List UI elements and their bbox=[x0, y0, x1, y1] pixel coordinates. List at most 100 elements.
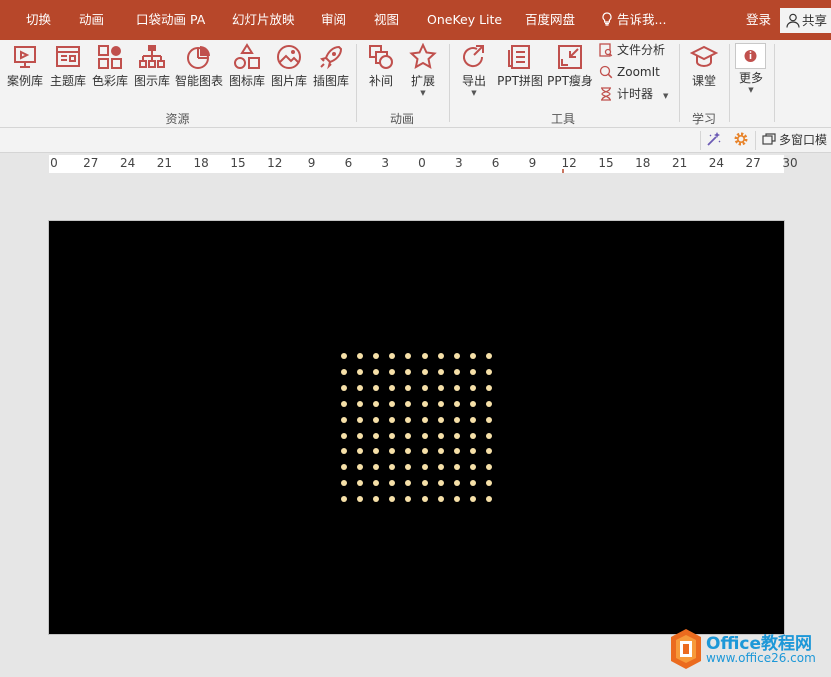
smart-chart-label: 智能图表 bbox=[174, 74, 223, 88]
ruler-label: 0 bbox=[418, 156, 426, 170]
toolbar-separator bbox=[700, 131, 701, 150]
chevron-down-icon: ▼ bbox=[663, 92, 669, 100]
tab-animations[interactable]: 动画 bbox=[79, 0, 104, 40]
grid-dot bbox=[405, 368, 412, 375]
ruler-label: 15 bbox=[230, 156, 246, 170]
theme-library-button[interactable]: 主题库 bbox=[48, 40, 88, 110]
grid-dot bbox=[453, 368, 460, 375]
color-library-button[interactable]: 色彩库 bbox=[90, 40, 130, 110]
file-analysis-button[interactable]: 文件分析 bbox=[599, 40, 665, 60]
ruler-label: 24 bbox=[119, 156, 136, 170]
grid-dot bbox=[469, 480, 476, 487]
picture-library-button[interactable]: 图片库 bbox=[269, 40, 309, 110]
tab-pocket-animation[interactable]: 口袋动画 PA bbox=[136, 0, 205, 40]
timer-label: 计时器 bbox=[617, 87, 654, 101]
illustration-library-button[interactable]: 插图库 bbox=[311, 40, 351, 110]
grid-dot bbox=[421, 496, 428, 503]
ruler-label: 24 bbox=[708, 156, 725, 170]
timer-button[interactable]: 计时器 ▼ bbox=[599, 84, 668, 104]
ppt-slim-button[interactable]: PPT瘦身 bbox=[546, 40, 594, 110]
magic-wand-icon bbox=[707, 132, 721, 146]
grid-dot bbox=[437, 464, 444, 471]
tab-transitions[interactable]: 切换 bbox=[26, 0, 51, 40]
classroom-button[interactable]: 课堂 bbox=[685, 40, 723, 110]
export-button[interactable]: 导出 ▼ bbox=[455, 40, 493, 110]
windows-icon bbox=[762, 133, 776, 145]
extend-button[interactable]: 扩展 ▼ bbox=[404, 40, 442, 110]
ribbon-tab-bar: 切换 动画 口袋动画 PA 幻灯片放映 审阅 视图 OneKey Lite 百度… bbox=[0, 0, 831, 40]
toolbar-separator bbox=[755, 131, 756, 150]
ppt-puzzle-label: PPT拼图 bbox=[497, 74, 543, 88]
tab-view[interactable]: 视图 bbox=[374, 0, 399, 40]
grid-dot bbox=[437, 432, 444, 439]
login-link[interactable]: 登录 bbox=[746, 0, 771, 40]
grid-dot bbox=[453, 416, 460, 423]
grid-dot bbox=[453, 384, 460, 391]
diagram-library-button[interactable]: 图示库 bbox=[132, 40, 172, 110]
smart-chart-button[interactable]: 智能图表 bbox=[173, 40, 225, 110]
ppt-puzzle-button[interactable]: PPT拼图 bbox=[496, 40, 544, 110]
ppt-slim-label: PPT瘦身 bbox=[547, 74, 593, 88]
grid-dot bbox=[357, 432, 364, 439]
grid-dot bbox=[373, 400, 380, 407]
info-icon bbox=[744, 50, 757, 62]
share-button[interactable]: 共享 bbox=[780, 8, 831, 33]
magic-wand-button[interactable] bbox=[706, 131, 722, 150]
lightbulb-icon bbox=[602, 12, 612, 26]
ruler-label: 0 bbox=[50, 156, 58, 170]
grid-dot bbox=[437, 416, 444, 423]
tools-group-label: 工具 bbox=[550, 112, 575, 126]
settings-button[interactable] bbox=[733, 131, 749, 150]
more-icon-box[interactable] bbox=[735, 43, 766, 69]
tween-label: 补间 bbox=[368, 74, 393, 88]
grid-dot bbox=[373, 496, 380, 503]
horizontal-ruler[interactable]: 0 27 24 21 18 15 12 9 6 3 0 3 6 9 12 15 18 21 24 27 30 bbox=[49, 155, 798, 173]
tab-onekey-lite[interactable]: OneKey Lite bbox=[427, 0, 502, 40]
ruler-label: 15 bbox=[598, 156, 614, 170]
color-library-label: 色彩库 bbox=[91, 74, 128, 88]
tab-review[interactable]: 审阅 bbox=[321, 0, 346, 40]
grid-dot bbox=[341, 448, 347, 455]
grid-dot bbox=[405, 384, 412, 391]
grid-dot bbox=[357, 353, 364, 359]
grid-dot bbox=[469, 448, 476, 455]
grid-dot bbox=[421, 400, 428, 407]
grid-dot bbox=[357, 384, 364, 391]
zoomit-label: ZoomIt bbox=[617, 65, 660, 79]
tween-button[interactable]: 补间 bbox=[362, 40, 400, 110]
file-analysis-icon bbox=[599, 43, 613, 57]
grid-dot bbox=[373, 368, 380, 375]
slide-canvas[interactable] bbox=[48, 220, 785, 635]
multi-window-button[interactable]: 多窗口模 bbox=[762, 131, 827, 150]
resources-group-label: 资源 bbox=[165, 112, 190, 126]
zoomit-button[interactable]: ZoomIt bbox=[599, 62, 660, 82]
more-button[interactable]: 更多 ▼ bbox=[733, 70, 769, 104]
tab-slideshow[interactable]: 幻灯片放映 bbox=[232, 0, 295, 40]
grid-dot bbox=[389, 496, 396, 503]
ruler-label: 6 bbox=[344, 156, 353, 170]
icon-library-button[interactable]: 图标库 bbox=[227, 40, 267, 110]
grid-dot bbox=[389, 400, 396, 407]
grid-dot bbox=[357, 416, 364, 423]
hourglass-icon bbox=[601, 87, 611, 101]
grid-dot bbox=[485, 416, 492, 423]
ruler-label: 9 bbox=[307, 156, 316, 170]
grid-dot bbox=[373, 384, 380, 391]
icon-library-icon bbox=[234, 43, 260, 69]
picture-library-label: 图片库 bbox=[270, 74, 307, 88]
person-icon bbox=[786, 13, 800, 28]
ruler-label: 18 bbox=[635, 156, 651, 170]
grid-dot bbox=[341, 464, 347, 471]
ppt-puzzle-icon bbox=[508, 45, 530, 69]
case-library-button[interactable]: 案例库 bbox=[4, 40, 46, 110]
ruler-label: 9 bbox=[528, 156, 537, 170]
powerpoint-window: 切换 动画 口袋动画 PA 幻灯片放映 审阅 视图 OneKey Lite 百度… bbox=[0, 0, 831, 677]
grid-dot bbox=[373, 480, 380, 487]
tell-me-box[interactable]: 告诉我... bbox=[601, 0, 666, 40]
grid-dot bbox=[389, 432, 396, 439]
ruler-label: 27 bbox=[745, 156, 761, 170]
more-label: 更多 bbox=[738, 71, 763, 85]
tab-baidu-netdisk[interactable]: 百度网盘 bbox=[525, 0, 575, 40]
grid-dot bbox=[421, 480, 428, 487]
diagram-library-icon bbox=[139, 45, 165, 68]
